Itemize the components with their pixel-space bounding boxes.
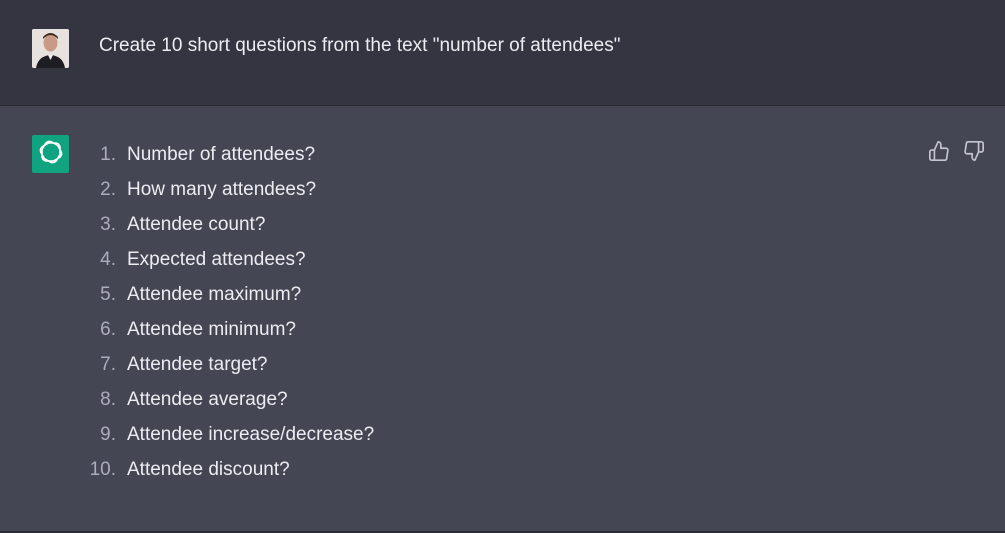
list-item-text: How many attendees? — [127, 179, 317, 200]
answer-list: 1. Number of attendees? 2. How many attend… — [82, 141, 375, 491]
list-number: 3. — [100, 214, 116, 235]
chat-page: Create 10 short questions from the text … — [0, 0, 1005, 533]
list-number: 6. — [100, 319, 116, 340]
list-item: 2. How many attendees? — [82, 176, 374, 211]
list-item: 6. Attendee minimum? — [82, 316, 374, 351]
list-item-text: Attendee minimum? — [127, 319, 296, 340]
user-message-row: Create 10 short questions from the text … — [0, 0, 1005, 106]
list-item: 7. Attendee target? — [82, 351, 374, 386]
list-item-text: Attendee increase/decrease? — [127, 424, 375, 445]
list-item: 3. Attendee count? — [82, 211, 374, 246]
openai-logo-icon — [38, 139, 64, 170]
list-number: 10. — [89, 459, 116, 480]
list-item: 9. Attendee increase/decrease? — [82, 421, 374, 456]
list-item-text: Attendee target? — [127, 354, 268, 375]
thumbs-up-button[interactable] — [928, 140, 950, 162]
list-item-text: Expected attendees? — [127, 249, 306, 270]
list-item: 4. Expected attendees? — [82, 246, 374, 281]
list-item-text: Attendee average? — [127, 389, 288, 410]
list-item-text: Attendee maximum? — [127, 284, 302, 305]
list-item-text: Attendee discount? — [127, 459, 290, 480]
list-item-text: Attendee count? — [127, 214, 266, 235]
list-number: 4. — [100, 249, 116, 270]
list-item: 8. Attendee average? — [82, 386, 374, 421]
thumbs-up-icon — [928, 140, 950, 162]
list-number: 7. — [100, 354, 116, 375]
user-avatar — [32, 29, 69, 68]
list-number: 2. — [100, 179, 116, 200]
list-number: 5. — [100, 284, 116, 305]
list-item: 10. Attendee discount? — [82, 456, 374, 491]
assistant-message-row: 1. Number of attendees? 2. How many attend… — [0, 106, 1005, 531]
thumbs-down-button[interactable] — [963, 140, 985, 162]
user-prompt-text: Create 10 short questions from the text … — [99, 35, 621, 56]
list-number: 1. — [100, 144, 116, 165]
list-number: 8. — [100, 389, 116, 410]
list-number: 9. — [100, 424, 116, 445]
thumbs-down-icon — [963, 140, 985, 162]
list-item: 5. Attendee maximum? — [82, 281, 374, 316]
list-item-text: Number of attendees? — [127, 144, 316, 165]
assistant-avatar — [32, 135, 69, 173]
list-item: 1. Number of attendees? — [82, 141, 374, 176]
